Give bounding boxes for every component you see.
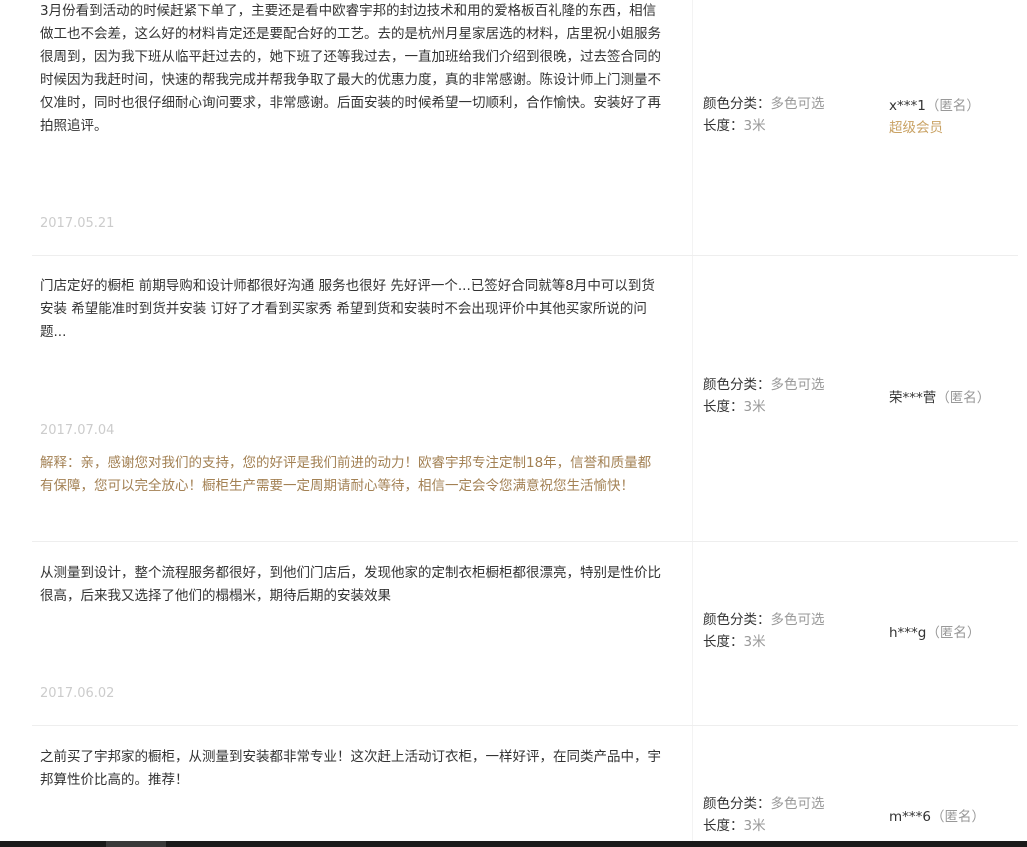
sku-color: 颜色分类：多色可选 (703, 374, 825, 396)
review-list-page: 3月份看到活动的时候赶紧下单了，主要还是看中欧睿宇邦的封边技术和用的爱格板百礼隆… (0, 0, 1027, 847)
sku-color-label: 颜色分类： (703, 96, 771, 112)
sku-length: 长度：3米 (703, 631, 766, 653)
sku-length: 长度：3米 (703, 396, 766, 418)
sku-length: 长度：3米 (703, 115, 766, 137)
horizontal-scrollbar-thumb[interactable] (106, 841, 166, 847)
review-item: 从测量到设计，整个流程服务都很好，到他们门店后，发现他家的定制衣柜橱柜都很漂亮，… (32, 542, 1018, 726)
sku-length-value: 3米 (743, 634, 766, 650)
reviewer-name: m***6（匿名） (889, 806, 985, 828)
sku-color-value: 多色可选 (770, 796, 825, 812)
reviewer-anonymous-tag: （匿名） (925, 98, 980, 114)
sku-color: 颜色分类：多色可选 (703, 793, 825, 815)
sku-info: 颜色分类：多色可选 长度：3米 (692, 542, 863, 725)
reviewer-anonymous-tag: （匿名） (926, 625, 981, 641)
sku-color-label: 颜色分类： (703, 796, 771, 812)
review-item: 门店定好的橱柜 前期导购和设计师都很好沟通 服务也很好 先好评一个...已签好合… (32, 256, 1018, 542)
reviewer-nickname: 荣***菅 (889, 390, 937, 406)
reviewer-name: 荣***菅（匿名） (889, 387, 990, 409)
reviewer-name: x***1（匿名） (889, 95, 980, 117)
review-date: 2017.06.02 (40, 686, 115, 701)
sku-length-label: 长度： (703, 118, 744, 134)
sku-info: 颜色分类：多色可选 长度：3米 (692, 0, 863, 255)
sku-length-label: 长度： (703, 818, 744, 834)
sku-info: 颜色分类：多色可选 长度：3米 (692, 726, 863, 847)
sku-color-value: 多色可选 (770, 377, 825, 393)
sku-color-value: 多色可选 (770, 612, 825, 628)
review-text: 3月份看到活动的时候赶紧下单了，主要还是看中欧睿宇邦的封边技术和用的爱格板百礼隆… (40, 3, 661, 134)
sku-color-value: 多色可选 (770, 96, 825, 112)
reviewer-vip-badge: 超级会员 (889, 120, 943, 136)
sku-length-label: 长度： (703, 634, 744, 650)
seller-reply: 解释：亲，感谢您对我们的支持，您的好评是我们前进的动力！欧睿宇邦专注定制18年，… (40, 455, 652, 494)
sku-color-label: 颜色分类： (703, 612, 771, 628)
review-item: 3月份看到活动的时候赶紧下单了，主要还是看中欧睿宇邦的封边技术和用的爱格板百礼隆… (32, 0, 1018, 256)
sku-length: 长度：3米 (703, 815, 766, 837)
sku-length-value: 3米 (743, 399, 766, 415)
reviewer-name: h***g（匿名） (889, 622, 980, 644)
reviewer-anonymous-tag: （匿名） (931, 809, 985, 825)
reviewer-nickname: m***6 (889, 809, 931, 825)
review-item: 之前买了宇邦家的橱柜，从测量到安装都非常专业！这次赶上活动订衣柜，一样好评，在同… (32, 726, 1018, 847)
review-text: 门店定好的橱柜 前期导购和设计师都很好沟通 服务也很好 先好评一个...已签好合… (40, 278, 655, 340)
review-date: 2017.05.21 (40, 216, 115, 231)
reviewer-nickname: x***1 (889, 98, 926, 114)
review-date: 2017.07.04 (40, 423, 115, 438)
sku-length-label: 长度： (703, 399, 744, 415)
review-text: 从测量到设计，整个流程服务都很好，到他们门店后，发现他家的定制衣柜橱柜都很漂亮，… (40, 565, 661, 604)
reviewer-nickname: h***g (889, 625, 927, 641)
reviewer-anonymous-tag: （匿名） (936, 390, 991, 406)
sku-length-value: 3米 (743, 118, 766, 134)
sku-color: 颜色分类：多色可选 (703, 609, 825, 631)
sku-color: 颜色分类：多色可选 (703, 93, 825, 115)
sku-color-label: 颜色分类： (703, 377, 771, 393)
sku-length-value: 3米 (743, 818, 766, 834)
sku-info: 颜色分类：多色可选 长度：3米 (692, 256, 863, 541)
review-text: 之前买了宇邦家的橱柜，从测量到安装都非常专业！这次赶上活动订衣柜，一样好评，在同… (40, 749, 661, 788)
